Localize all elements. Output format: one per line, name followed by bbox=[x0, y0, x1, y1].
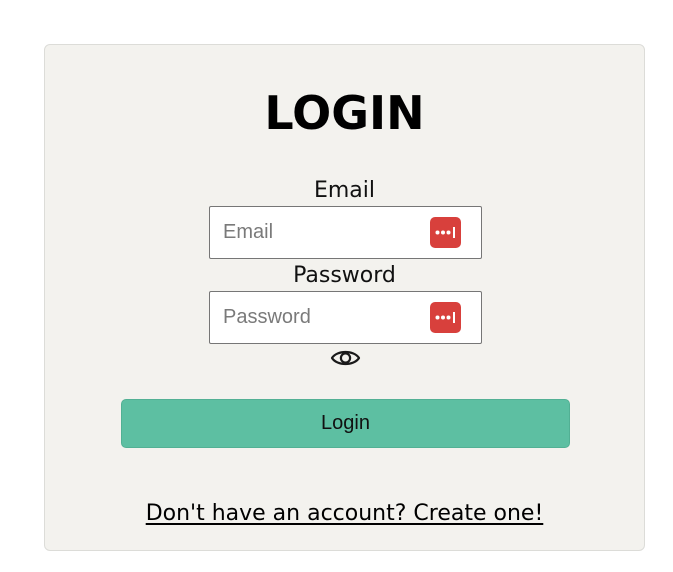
password-manager-icon[interactable] bbox=[430, 302, 461, 333]
create-account-link[interactable]: Don't have an account? Create one! bbox=[146, 501, 544, 526]
page-title: LOGIN bbox=[264, 86, 425, 140]
signup-link-container: Don't have an account? Create one! bbox=[45, 500, 644, 528]
eye-icon[interactable] bbox=[330, 347, 361, 369]
password-manager-icon[interactable] bbox=[430, 217, 461, 248]
email-label: Email bbox=[313, 178, 376, 203]
login-button[interactable]: Login bbox=[121, 399, 570, 448]
email-field-wrapper bbox=[209, 206, 482, 259]
password-label: Password bbox=[293, 263, 396, 288]
password-field-wrapper bbox=[209, 291, 482, 344]
login-card: LOGIN Email Password bbox=[44, 44, 645, 551]
